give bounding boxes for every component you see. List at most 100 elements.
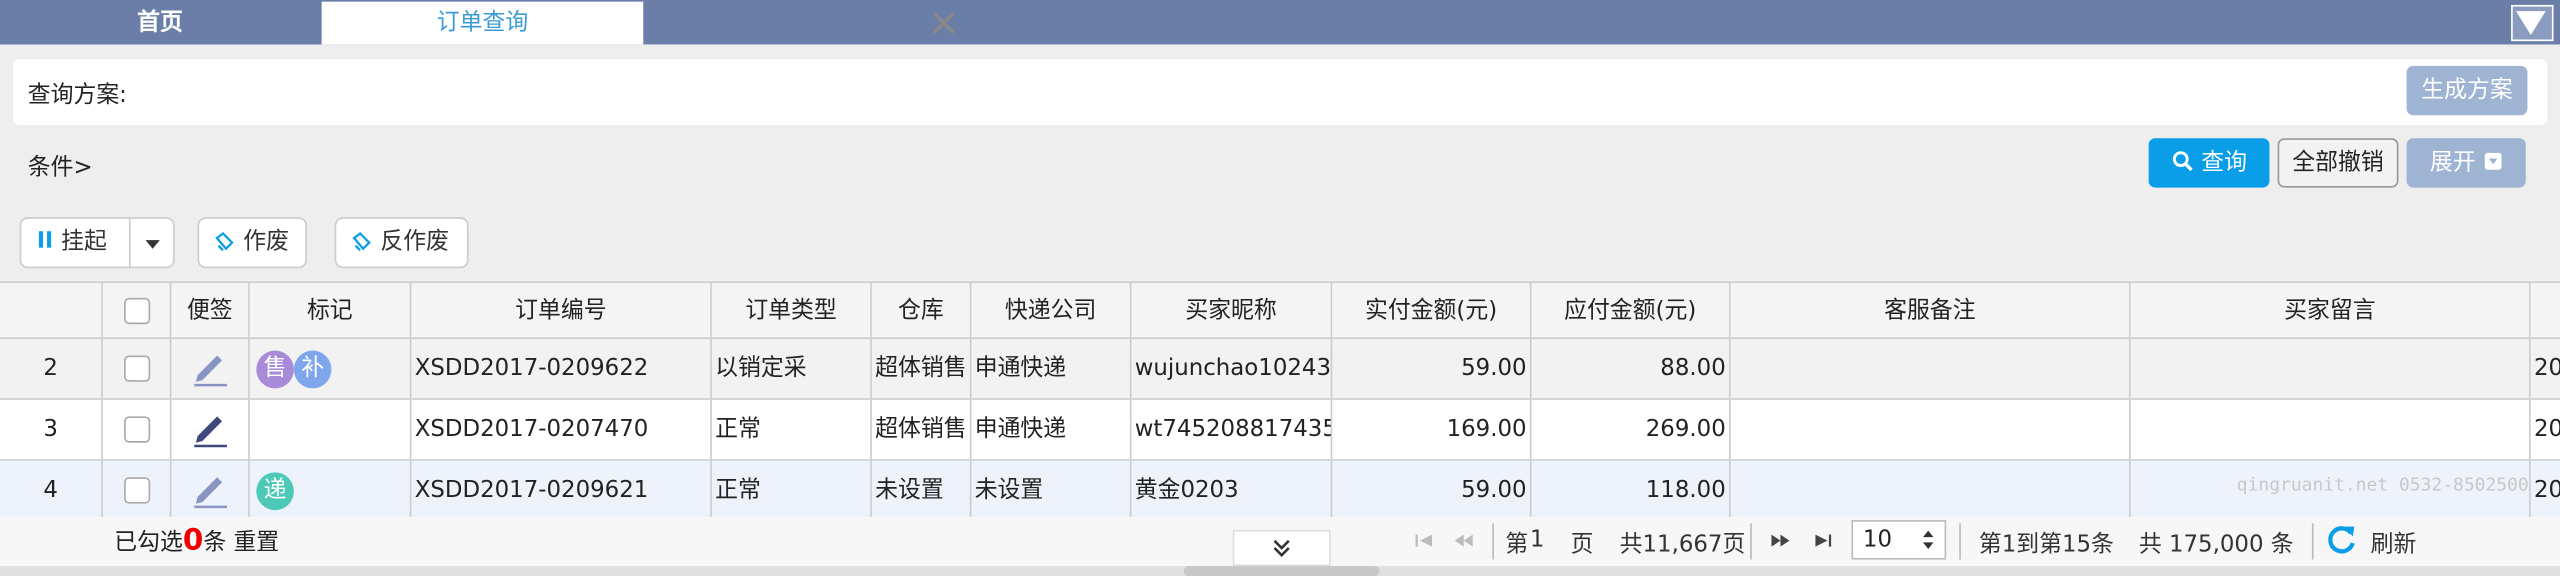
prev-page-icon[interactable] xyxy=(1453,532,1474,550)
refresh-button[interactable]: 刷新 xyxy=(2371,527,2417,560)
horizontal-scrollbar[interactable] xyxy=(0,566,2560,576)
unvoid-icon xyxy=(352,231,371,252)
header-buyer[interactable]: 买家昵称 xyxy=(1131,283,1333,340)
last-page-icon[interactable] xyxy=(1812,532,1833,550)
refresh-icon[interactable] xyxy=(2325,523,2358,556)
order-no-cell: XSDD2017-0209621 xyxy=(411,460,712,522)
collapse-toggle[interactable] xyxy=(1232,529,1331,567)
watermark-text: qingruanit.net 0532-8502500 xyxy=(2236,473,2529,496)
paid-cell: 59.00 xyxy=(1332,460,1532,522)
unvoid-button[interactable]: 反作废 xyxy=(334,217,469,269)
pen-icon[interactable] xyxy=(190,349,229,388)
header-warehouse[interactable]: 仓库 xyxy=(871,283,972,340)
extra-cell: 20 xyxy=(2530,339,2560,400)
row-checkbox[interactable] xyxy=(123,355,150,382)
header-note[interactable]: 便签 xyxy=(171,283,250,340)
void-icon xyxy=(215,231,234,252)
divider xyxy=(1492,523,1494,560)
table-row[interactable]: 3 XSDD2017-0207470 正常 超体销售 申通快递 wt745208… xyxy=(0,399,2560,461)
unvoid-button-label: 反作废 xyxy=(380,228,449,256)
note-cell xyxy=(171,339,250,400)
order-type-cell: 正常 xyxy=(711,460,872,522)
header-payable[interactable]: 应付金额(元) xyxy=(1531,283,1731,340)
header-order-no[interactable]: 订单编号 xyxy=(411,283,712,340)
order-table: 便签 标记 订单编号 订单类型 仓库 快递公司 买家昵称 实付金额(元) 应付金… xyxy=(0,281,2560,522)
extra-cell: 20 xyxy=(2530,400,2560,461)
delivery-badge: 递 xyxy=(256,471,294,510)
page-size-value: 10 xyxy=(1862,526,1893,553)
divider xyxy=(128,218,131,267)
courier-cell: 未设置 xyxy=(971,460,1132,522)
buyer-message-cell xyxy=(2130,339,2531,400)
table-row[interactable]: 4 递 XSDD2017-0209621 正常 未设置 未设置 黄金0203 5… xyxy=(0,460,2560,522)
row-number: 3 xyxy=(0,399,103,461)
mark-cell: 递 xyxy=(249,460,412,522)
search-icon xyxy=(2172,151,2193,172)
divider xyxy=(1959,523,1961,560)
courier-cell: 申通快递 xyxy=(971,399,1132,461)
chevron-down-box-icon xyxy=(2484,152,2502,170)
header-rownum xyxy=(0,283,103,340)
pause-button[interactable]: 挂起 xyxy=(38,219,107,267)
header-paid[interactable]: 实付金额(元) xyxy=(1332,283,1532,340)
extra-cell: 20 xyxy=(2530,461,2560,522)
query-button[interactable]: 查询 xyxy=(2148,138,2270,188)
double-chevron-down-icon xyxy=(1273,539,1290,558)
row-checkbox[interactable] xyxy=(123,477,150,504)
pagination-bar: 已勾选0条 重置 第 1 页 共11,667页 10 第1到第15条 共 175… xyxy=(0,516,2560,567)
conditions-toggle[interactable]: 条件> xyxy=(28,150,93,183)
sale-badge: 售 xyxy=(256,349,294,388)
scrollbar-thumb[interactable] xyxy=(1183,566,1380,576)
header-extra xyxy=(2530,283,2560,340)
pause-button-label: 挂起 xyxy=(61,228,107,256)
pen-icon[interactable] xyxy=(190,471,229,510)
tab-order-query-label: 订单查询 xyxy=(436,9,529,37)
order-type-cell: 以销定采 xyxy=(711,339,872,400)
cs-remark-cell xyxy=(1730,339,2131,400)
row-checkbox[interactable] xyxy=(123,416,150,443)
divider xyxy=(2311,523,2314,560)
pen-icon[interactable] xyxy=(190,410,229,449)
page-size-select[interactable]: 10 xyxy=(1851,520,1947,560)
record-total: 共 175,000 条 xyxy=(2138,531,2294,558)
cs-remark-cell xyxy=(1730,399,2131,461)
header-courier[interactable]: 快递公司 xyxy=(971,283,1132,340)
tab-order-query[interactable]: 订单查询 xyxy=(321,1,955,45)
triangle-down-icon xyxy=(2515,11,2546,36)
cs-remark-cell xyxy=(1730,460,2131,522)
note-cell xyxy=(171,460,250,522)
caret-down-icon[interactable] xyxy=(144,239,162,251)
payable-cell: 269.00 xyxy=(1531,399,1731,461)
header-buyer-message[interactable]: 买家留言 xyxy=(2130,283,2531,340)
tab-home[interactable]: 首页 xyxy=(0,1,321,45)
table-row[interactable]: 2 售补 XSDD2017-0209622 以销定采 超体销售 申通快递 wuj… xyxy=(0,339,2560,400)
spinner-arrows-icon xyxy=(1922,530,1934,550)
pause-button-group: 挂起 xyxy=(19,217,175,269)
page-number-input[interactable]: 1 xyxy=(1530,527,1545,553)
row-checkbox-cell xyxy=(102,460,172,522)
selected-count-text: 已勾选0条 重置 xyxy=(114,523,279,558)
selected-suffix: 条 xyxy=(203,529,227,557)
expand-button[interactable]: 展开 xyxy=(2406,138,2526,188)
header-mark[interactable]: 标记 xyxy=(249,283,412,340)
first-page-icon[interactable] xyxy=(1414,532,1435,550)
header-order-type[interactable]: 订单类型 xyxy=(711,283,872,340)
reset-all-button[interactable]: 全部撤销 xyxy=(2277,138,2399,188)
tab-menu-button[interactable] xyxy=(2511,4,2554,42)
supplement-badge: 补 xyxy=(293,349,332,388)
payable-cell: 118.00 xyxy=(1531,460,1731,522)
generate-scheme-button[interactable]: 生成方案 xyxy=(2406,65,2528,116)
clear-selection-link[interactable]: 重置 xyxy=(233,530,279,556)
next-page-icon[interactable] xyxy=(1770,532,1791,550)
row-checkbox-cell xyxy=(102,399,172,461)
courier-cell: 申通快递 xyxy=(971,339,1132,400)
header-cs-remark[interactable]: 客服备注 xyxy=(1730,283,2131,340)
close-icon[interactable] xyxy=(929,8,958,38)
query-scheme-panel: 查询方案: 生成方案 xyxy=(13,59,2548,126)
void-button[interactable]: 作废 xyxy=(197,217,307,269)
order-no-cell: XSDD2017-0207470 xyxy=(411,399,712,461)
record-range: 第1到第15条 xyxy=(1978,531,2114,558)
mark-cell: 售补 xyxy=(249,339,412,400)
select-all-checkbox[interactable] xyxy=(123,297,150,325)
header-select-all xyxy=(102,283,172,340)
